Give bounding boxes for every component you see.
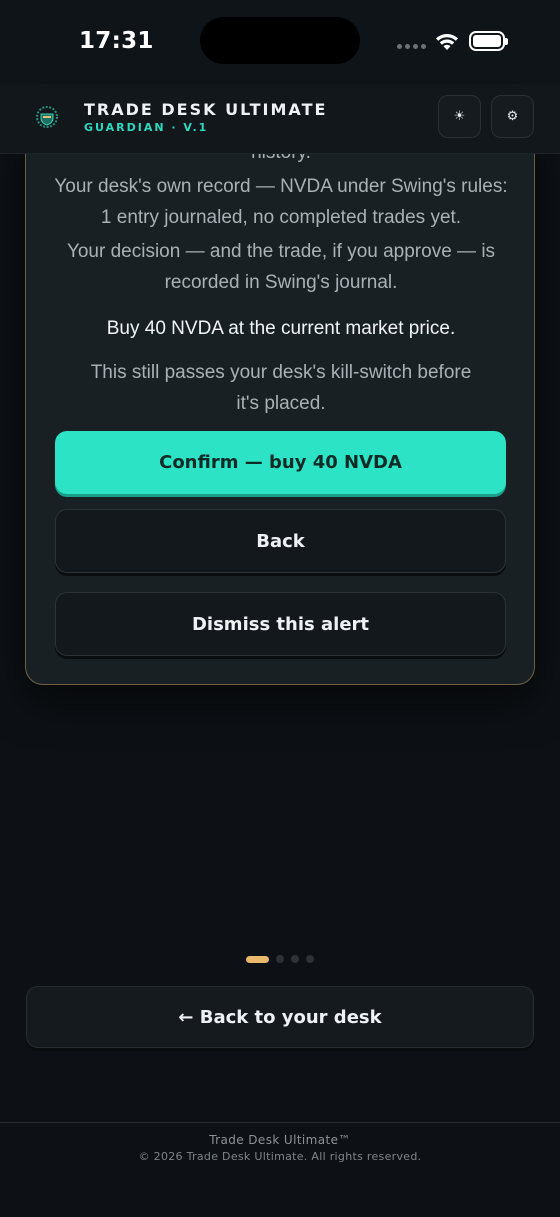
page-indicator (246, 955, 314, 963)
page-dot[interactable] (276, 955, 284, 963)
desk-record-text: Your desk's own record — NVDA under Swin… (54, 176, 508, 228)
back-button[interactable]: Back (55, 509, 506, 573)
shield-wreath-icon (36, 106, 58, 128)
status-time: 17:31 (79, 28, 154, 54)
footer-copyright: © 2026 Trade Desk Ultimate. All rights r… (138, 1150, 422, 1163)
cellular-icon (397, 44, 427, 52)
footer-title: Trade Desk Ultimate™ (209, 1133, 351, 1147)
trade-action-text: Buy 40 NVDA at the current market price. (106, 318, 456, 339)
page-dot-active[interactable] (246, 955, 269, 963)
app-subtitle: GUARDIAN · V.1 (84, 121, 209, 134)
wifi-icon (436, 34, 458, 50)
trade-alert-card: history. Your desk's own record — NVDA u… (25, 110, 535, 685)
app-title: TRADE DESK ULTIMATE (84, 100, 328, 119)
footer-divider (0, 1122, 560, 1123)
page-dot[interactable] (291, 955, 299, 963)
decision-note-text: Your decision — and the trade, if you ap… (66, 241, 496, 293)
kill-switch-note: This still passes your desk's kill-switc… (90, 362, 472, 414)
back-to-desk-button[interactable]: ← Back to your desk (26, 986, 534, 1048)
page-dot[interactable] (306, 955, 314, 963)
battery-icon (469, 31, 508, 51)
gear-icon: ⚙ (506, 109, 519, 124)
theme-toggle-button[interactable]: ☀ (438, 95, 481, 138)
confirm-buy-button[interactable]: Confirm — buy 40 NVDA (55, 431, 506, 494)
dismiss-alert-button[interactable]: Dismiss this alert (55, 592, 506, 656)
status-bar: 17:31 (0, 0, 560, 84)
app-header: TRADE DESK ULTIMATE GUARDIAN · V.1 ☀ ⚙ (0, 84, 560, 154)
sun-icon: ☀ (453, 109, 466, 124)
dynamic-island (200, 17, 360, 64)
settings-button[interactable]: ⚙ (491, 95, 534, 138)
